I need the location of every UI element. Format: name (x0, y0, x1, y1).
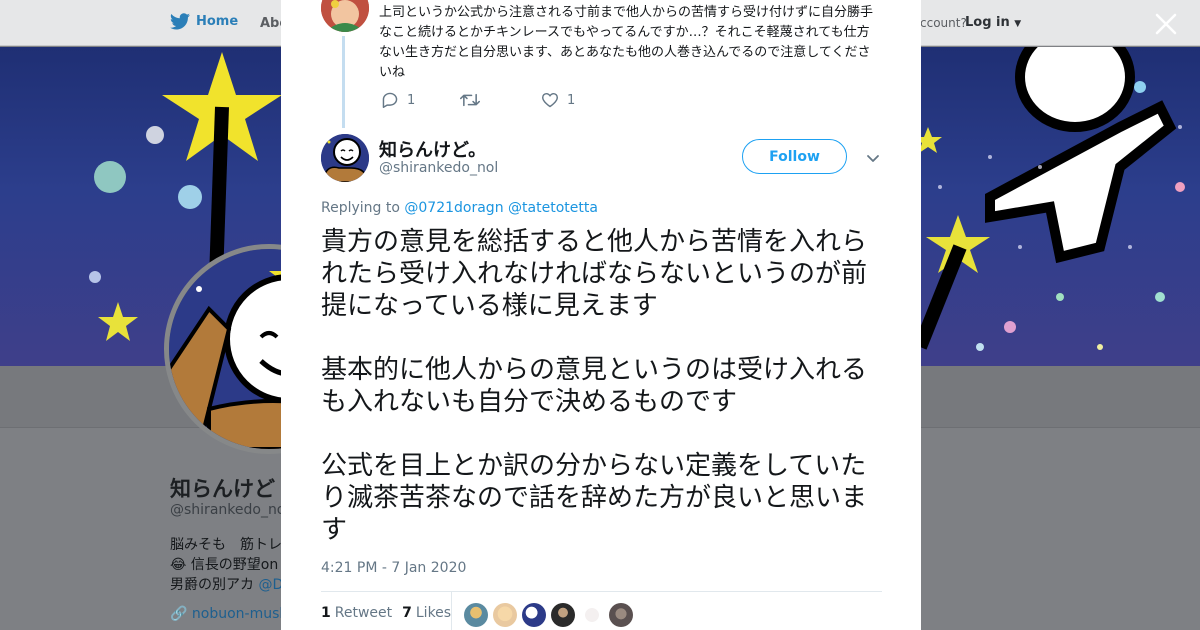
login-label: Log in (965, 15, 1010, 30)
likes-stat[interactable]: 7 Likes (402, 605, 451, 621)
replying-to-line: Replying to @0721doragn @tatetotetta (321, 200, 598, 216)
retweet-button[interactable] (460, 93, 541, 107)
login-dropdown[interactable]: Log in ▼ (965, 15, 1021, 30)
likes-label: Likes (415, 605, 452, 621)
link-icon: 🔗 (170, 606, 188, 622)
profile-handle: @shirankedo_nol (170, 502, 290, 518)
tweet-author-name[interactable]: 知らんけど。 (379, 136, 486, 162)
tweet-timestamp[interactable]: 4:21 PM - 7 Jan 2020 (321, 560, 466, 576)
account-prompt: ccount? (920, 16, 967, 30)
retweets-stat[interactable]: 1 Retweet (321, 605, 392, 621)
liker-avatar[interactable] (551, 603, 575, 627)
tweet-stats: 1 Retweet 7 Likes (321, 605, 461, 621)
tweet-paragraph: 基本的に他人からの意見というのは受け入れるも入れないも自分で決めるものです (321, 355, 868, 417)
thread-connector-line (342, 36, 345, 128)
tweet-permalink-modal: 上司というか公式から注意される寸前まで他人からの苦情すら受け付けずに自分勝手なこ… (281, 0, 921, 630)
replying-prefix: Replying to (321, 200, 405, 216)
tweet-author-avatar[interactable] (321, 134, 369, 182)
reply-icon (382, 92, 398, 108)
bio-line: 男爵の別アカ @D (170, 575, 283, 595)
profile-name: 知らんけど (170, 477, 275, 501)
liker-avatar[interactable] (609, 603, 633, 627)
avatar-image (321, 0, 369, 32)
mention-link[interactable]: @0721doragn (404, 200, 503, 216)
prev-tweet-text: 上司というか公式から注意される寸前まで他人からの苦情すら受け付けずに自分勝手なこ… (379, 5, 874, 80)
twitter-bird-icon (170, 13, 190, 30)
heart-icon (542, 92, 558, 108)
profile-website-text: nobuon-mush (191, 606, 289, 622)
profile-website-link[interactable]: 🔗 nobuon-mush (170, 606, 288, 622)
bio-line: 脳みそも 筋トレ (170, 537, 282, 553)
chevron-down-icon[interactable] (865, 150, 881, 166)
prev-tweet-avatar[interactable] (321, 0, 369, 32)
avatar-image (321, 134, 369, 182)
bio-text: 男爵の別アカ (170, 577, 259, 593)
prev-tweet-actions: 1 1 (381, 92, 575, 108)
stats-divider-line (321, 591, 882, 592)
retweets-label: Retweet (334, 605, 393, 621)
tweet-author-handle[interactable]: @shirankedo_nol (379, 160, 498, 176)
profile-bio: 脳みそも 筋トレ 😂 信長の野望on 男爵の別アカ @D (170, 535, 283, 595)
follow-button[interactable]: Follow (742, 139, 847, 174)
mention-link[interactable]: @tatetotetta (508, 200, 598, 216)
liker-avatars (464, 603, 633, 627)
nav-home-link[interactable]: Home (170, 13, 238, 30)
retweets-count: 1 (321, 605, 331, 621)
likes-count: 7 (402, 605, 412, 621)
like-button[interactable]: 1 (541, 92, 575, 108)
tweet-paragraph: 公式を目上とか訳の分からない定義をしていたり滅茶苦茶なので話を辞めた方が良いと思… (321, 451, 868, 545)
reply-count: 1 (407, 92, 416, 108)
bio-mention-link[interactable]: @D (258, 577, 283, 593)
tweet-paragraph: 貴方の意見を総括すると他人から苦情を入れられたら受け入れなければならないというの… (321, 227, 868, 321)
retweet-icon (460, 93, 480, 107)
close-icon[interactable] (1154, 12, 1178, 36)
like-count: 1 (567, 92, 576, 108)
caret-down-icon: ▼ (1014, 19, 1022, 29)
liker-avatar[interactable] (580, 603, 604, 627)
bio-line: 😂 信長の野望on (170, 557, 279, 573)
tweet-text: 貴方の意見を総括すると他人から苦情を入れられたら受け入れなければならないというの… (321, 226, 886, 578)
stats-vertical-divider (451, 592, 452, 630)
nav-home-label: Home (196, 14, 239, 29)
liker-avatar[interactable] (493, 603, 517, 627)
reply-button[interactable]: 1 (381, 92, 460, 108)
liker-avatar[interactable] (522, 603, 546, 627)
liker-avatar[interactable] (464, 603, 488, 627)
